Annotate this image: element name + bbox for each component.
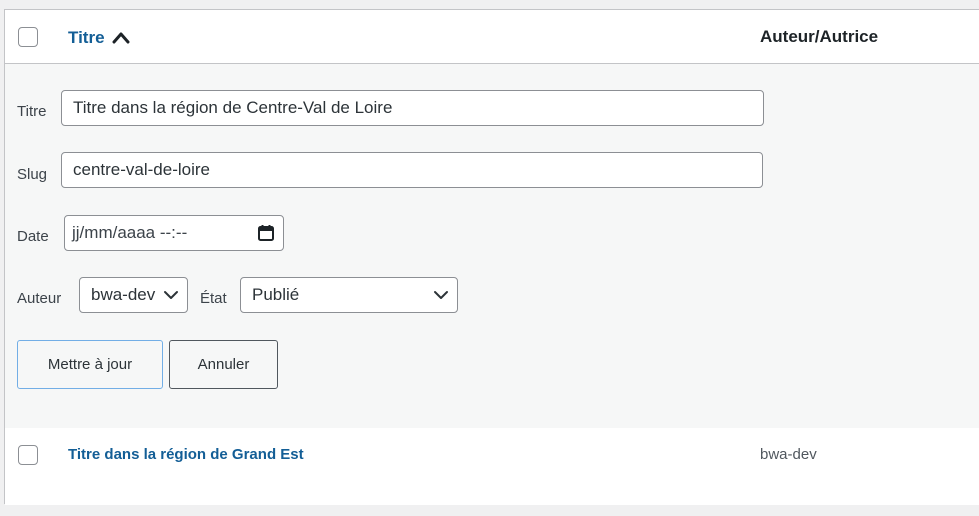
date-field-label: Date (17, 228, 49, 245)
slug-field-label: Slug (17, 166, 48, 183)
date-input-placeholder: jj/mm/aaaa --:-- (72, 223, 188, 242)
author-field-label: Auteur (17, 290, 62, 307)
posts-table: Titre Auteur/Autrice Titre Titre dans la… (4, 9, 979, 505)
slug-input[interactable]: centre-val-de-loire (61, 152, 763, 188)
slug-input-value: centre-val-de-loire (73, 160, 210, 179)
row-checkbox[interactable] (18, 445, 38, 465)
chevron-up-icon (112, 32, 130, 44)
column-author-label: Auteur/Autrice (760, 27, 879, 46)
author-select[interactable]: bwa-dev (79, 277, 188, 313)
status-field-label: État (200, 290, 227, 307)
row-author: bwa-dev (760, 446, 817, 463)
column-title-label: Titre (68, 28, 105, 47)
select-all-checkbox[interactable] (18, 27, 38, 47)
status-select-value: Publié (252, 285, 300, 304)
date-input[interactable]: jj/mm/aaaa --:-- (64, 215, 284, 251)
row-title-link[interactable]: Titre dans la région de Grand Est (68, 446, 304, 463)
chevron-down-icon (164, 291, 178, 299)
quick-edit-panel: Titre Titre dans la région de Centre-Val… (5, 64, 979, 428)
title-input[interactable]: Titre dans la région de Centre-Val de Lo… (61, 90, 764, 126)
title-field-label: Titre (17, 103, 47, 120)
chevron-down-icon (434, 291, 448, 299)
column-title-sort-link[interactable]: Titre (68, 28, 131, 48)
update-button[interactable]: Mettre à jour (17, 340, 163, 389)
status-select[interactable]: Publié (240, 277, 458, 313)
author-select-value: bwa-dev (91, 285, 156, 304)
table-row: Titre dans la région de Grand Est bwa-de… (5, 428, 979, 505)
cancel-button[interactable]: Annuler (169, 340, 278, 389)
title-input-value: Titre dans la région de Centre-Val de Lo… (73, 98, 393, 117)
calendar-icon[interactable] (257, 224, 275, 242)
table-header: Titre Auteur/Autrice (5, 10, 979, 64)
